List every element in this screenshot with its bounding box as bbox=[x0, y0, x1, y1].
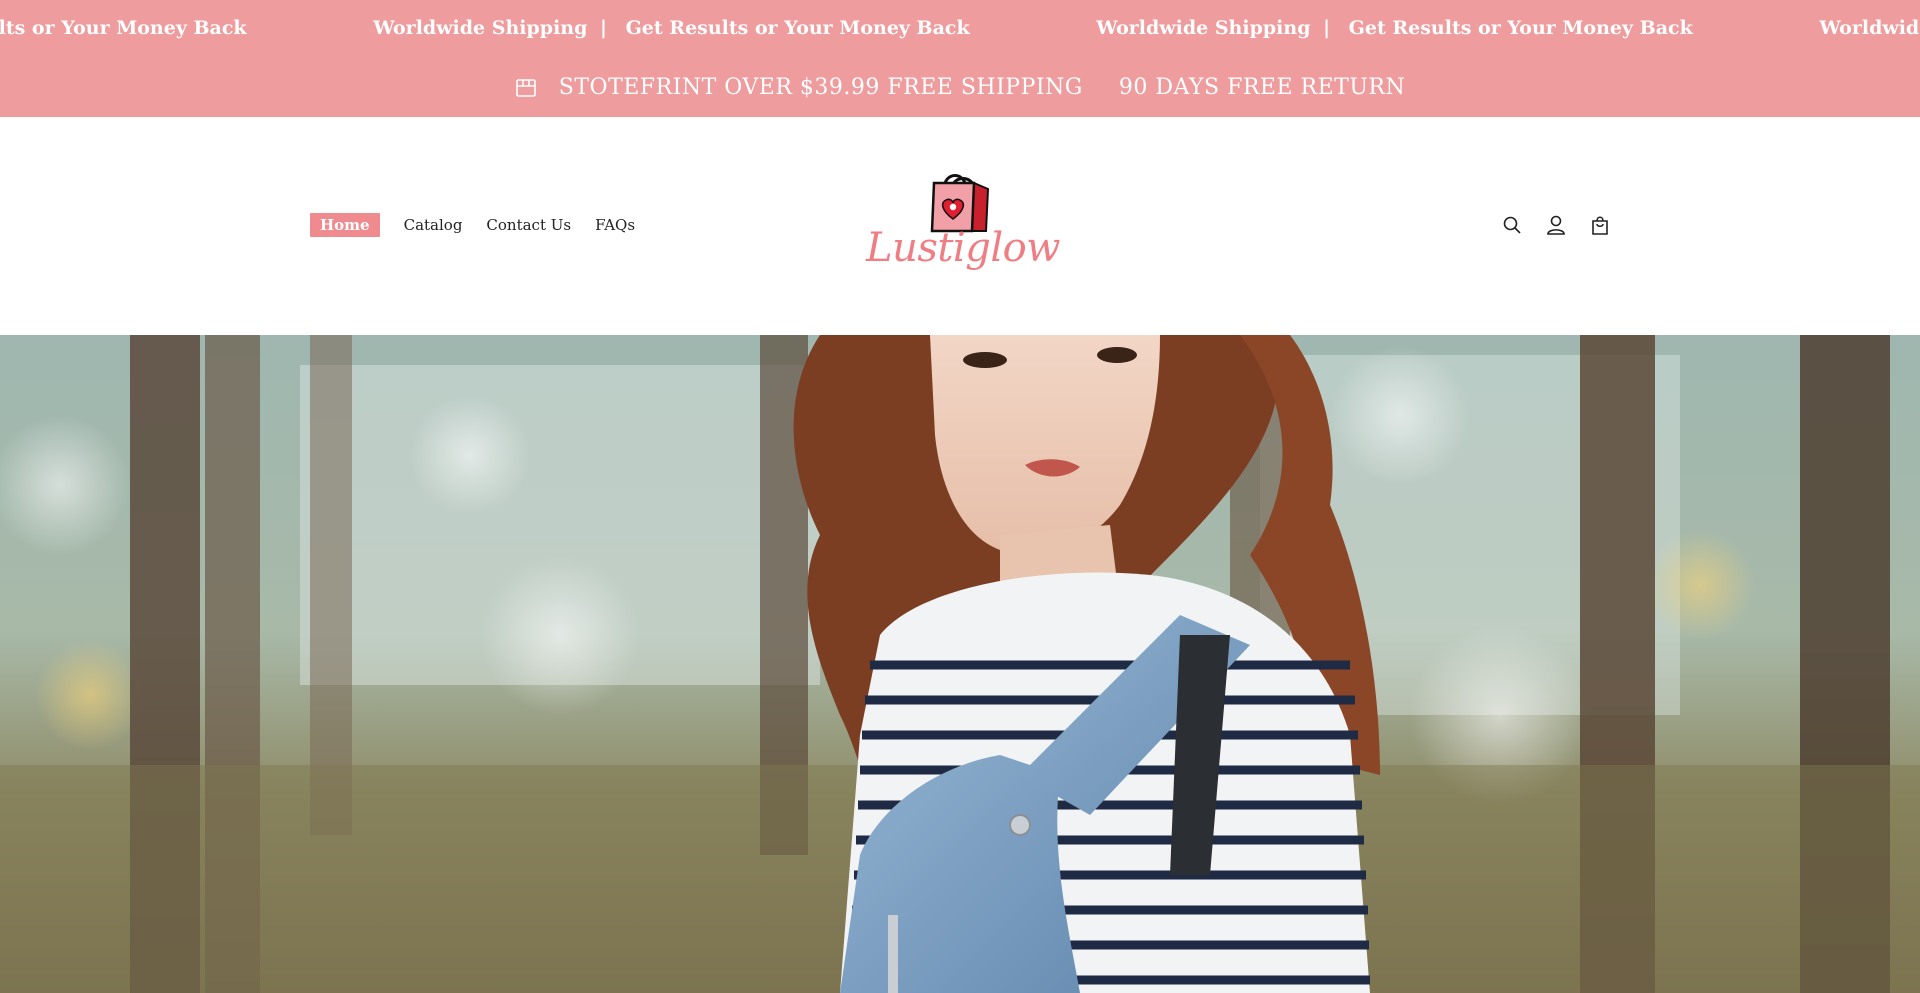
logo-wordmark: Lustiglow bbox=[866, 225, 1060, 271]
header-actions bbox=[1500, 213, 1632, 237]
nav-home[interactable]: Home bbox=[310, 213, 380, 237]
hero-image bbox=[0, 335, 1920, 993]
site-logo[interactable]: Lustiglow bbox=[862, 159, 1060, 291]
ticker-shipping-text: Worldwide Shipping bbox=[1096, 17, 1311, 39]
user-icon[interactable] bbox=[1544, 213, 1568, 237]
ticker-segment: esults or Your Money Back Worldwide Ship… bbox=[0, 16, 970, 40]
search-icon[interactable] bbox=[1500, 213, 1524, 237]
ticker-separator: | bbox=[600, 17, 607, 39]
ticker-shipping-text: Worldwid bbox=[1819, 17, 1920, 39]
site-header: Home Catalog Contact Us FAQs Lustiglow bbox=[0, 117, 1920, 335]
cart-bag-icon[interactable] bbox=[1588, 213, 1612, 237]
main-nav: Home Catalog Contact Us FAQs bbox=[310, 213, 659, 237]
ticker-segment: Worldwid bbox=[1699, 16, 1919, 40]
ticker-money-back-text: esults or Your Money Back bbox=[0, 17, 247, 39]
announcement-ticker: esults or Your Money Back Worldwide Ship… bbox=[0, 0, 1920, 58]
nav-catalog[interactable]: Catalog bbox=[404, 215, 463, 235]
ticker-separator: | bbox=[1323, 17, 1331, 39]
ticker-shipping-text: Worldwide Shipping bbox=[373, 17, 588, 39]
nav-contact-us[interactable]: Contact Us bbox=[486, 215, 571, 235]
hero-banner[interactable] bbox=[0, 335, 1920, 993]
free-return-text: 90 DAYS FREE RETURN bbox=[1118, 75, 1406, 100]
ticker-money-back-text: Get Results or Your Money Back bbox=[625, 17, 970, 39]
promo-bar: STOTEFRINT OVER $39.99 FREE SHIPPING 90 … bbox=[0, 58, 1920, 117]
nav-faqs[interactable]: FAQs bbox=[595, 215, 635, 235]
ticker-segment: Worldwide Shipping | Get Results or Your… bbox=[976, 16, 1692, 40]
ticker-money-back-text: Get Results or Your Money Back bbox=[1348, 17, 1693, 39]
ticker-track: esults or Your Money Back Worldwide Ship… bbox=[0, 16, 1919, 40]
free-shipping-text: STOTEFRINT OVER $39.99 FREE SHIPPING bbox=[558, 75, 1083, 100]
store-icon bbox=[515, 78, 537, 98]
